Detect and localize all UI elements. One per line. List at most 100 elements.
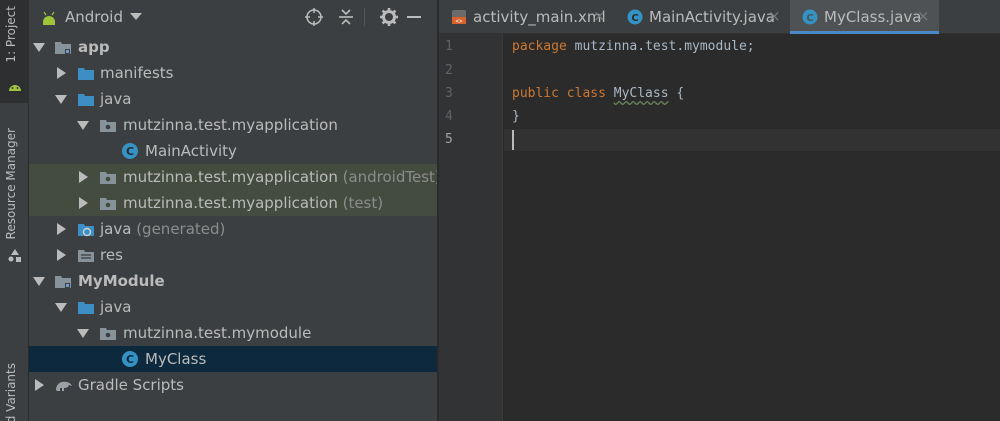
code-editor: <> activity_main.xml × C MainActivity.ja… <box>439 0 1000 421</box>
tree-row-app[interactable]: app <box>29 34 437 60</box>
tree-label: mutzinna.test.myapplication (test) <box>123 194 384 212</box>
tree-label: MainActivity <box>145 142 237 160</box>
close-icon[interactable]: × <box>593 7 606 25</box>
tree-label-suffix: (test) <box>337 194 384 212</box>
tree-label: mutzinna.test.myapplication (androidTest… <box>123 168 441 186</box>
code-text: { <box>668 86 685 101</box>
locate-icon[interactable] <box>304 7 324 27</box>
header-divider <box>364 8 365 26</box>
tree-row-gradle-scripts[interactable]: Gradle Scripts <box>29 372 437 398</box>
tree-label: MyModule <box>78 272 165 290</box>
collapse-all-icon[interactable] <box>336 7 356 27</box>
collapsed-arrow-icon[interactable] <box>77 171 89 183</box>
svg-text:C: C <box>126 145 134 158</box>
tree-label: app <box>78 38 110 56</box>
expanded-arrow-icon[interactable] <box>55 93 67 105</box>
tree-row-mymodule[interactable]: MyModule <box>29 268 437 294</box>
class-icon: C <box>802 9 818 25</box>
tree-row-myclass[interactable]: C MyClass <box>29 346 437 372</box>
minimize-icon[interactable] <box>407 16 421 18</box>
tree-row-package-test[interactable]: mutzinna.test.myapplication (test) <box>29 190 437 216</box>
collapsed-arrow-icon[interactable] <box>77 197 89 209</box>
tree-label: java <box>100 298 132 316</box>
tree-row-manifests[interactable]: manifests <box>29 60 437 86</box>
package-icon <box>100 172 116 184</box>
package-icon <box>100 198 116 210</box>
code-text: mutzinna.test.mymodule; <box>566 39 755 54</box>
current-line-highlight <box>504 129 1000 151</box>
tree-label: java <box>100 90 132 108</box>
project-panel-header: Android <box>29 0 437 34</box>
tree-row-mainactivity[interactable]: C MainActivity <box>29 138 437 164</box>
chevron-down-icon[interactable] <box>130 13 142 20</box>
line-number-current: 5 <box>445 132 453 147</box>
tree-label-suffix: (generated) <box>131 220 226 238</box>
code-text: } <box>512 109 520 124</box>
build-variants-tab-label: d Variants <box>4 363 18 421</box>
svg-text:<>: <> <box>455 18 463 25</box>
tab-activity-main-xml[interactable]: <> activity_main.xml × <box>439 0 615 34</box>
close-icon[interactable]: × <box>917 7 930 25</box>
folder-icon <box>78 302 94 314</box>
resource-manager-tool-tab[interactable]: Resource Manager <box>0 124 29 264</box>
package-icon <box>100 328 116 340</box>
collapsed-arrow-icon[interactable] <box>55 67 67 79</box>
expanded-arrow-icon[interactable] <box>33 41 45 53</box>
svg-text:C: C <box>126 353 134 366</box>
text-caret <box>512 130 514 150</box>
generated-folder-icon <box>78 224 94 237</box>
tree-row-java-generated[interactable]: java (generated) <box>29 216 437 242</box>
expanded-arrow-icon[interactable] <box>77 119 89 131</box>
tree-label: mutzinna.test.mymodule <box>123 324 312 342</box>
gradle-icon <box>56 381 72 391</box>
layout-xml-icon: <> <box>452 10 466 25</box>
class-icon: C <box>627 9 643 25</box>
project-tool-tab-label: 1: Project <box>4 6 18 63</box>
collapsed-arrow-icon[interactable] <box>33 379 45 391</box>
project-view-selector[interactable]: Android <box>65 8 123 26</box>
code-line-1[interactable]: package mutzinna.test.mymodule; <box>512 39 755 54</box>
tree-row-package[interactable]: mutzinna.test.myapplication <box>29 112 437 138</box>
tree-label: res <box>100 246 123 264</box>
svg-text:C: C <box>631 13 638 24</box>
tree-label: java (generated) <box>100 220 226 238</box>
android-icon <box>9 85 21 91</box>
module-folder-icon <box>55 42 71 54</box>
gear-icon[interactable] <box>379 7 399 27</box>
class-icon: C <box>122 143 138 159</box>
close-icon[interactable]: × <box>768 7 781 25</box>
tab-myclass-java[interactable]: C MyClass.java × <box>790 0 939 34</box>
folder-icon <box>78 94 94 106</box>
expanded-arrow-icon[interactable] <box>77 327 89 339</box>
build-variants-tool-tab[interactable]: d Variants <box>0 355 29 421</box>
tree-label: manifests <box>100 64 174 82</box>
expanded-arrow-icon[interactable] <box>33 275 45 287</box>
code-class-name: MyClass <box>613 86 669 101</box>
android-view-icon <box>43 11 55 25</box>
line-number: 2 <box>445 63 453 78</box>
expanded-arrow-icon[interactable] <box>55 301 67 313</box>
code-line-4[interactable]: } <box>512 109 520 124</box>
tree-label: Gradle Scripts <box>78 376 184 394</box>
line-number: 4 <box>445 109 453 124</box>
tree-label: mutzinna.test.myapplication <box>123 116 338 134</box>
line-number-gutter: 1 2 3 4 5 <box>439 34 503 421</box>
tree-row-java[interactable]: java <box>29 294 437 320</box>
tree-row-res[interactable]: res <box>29 242 437 268</box>
tab-label: MainActivity.java <box>649 8 775 26</box>
module-folder-icon <box>55 276 71 288</box>
tree-label: MyClass <box>145 350 207 368</box>
tab-label: activity_main.xml <box>473 8 606 26</box>
collapsed-arrow-icon[interactable] <box>55 223 67 235</box>
code-line-3[interactable]: public class MyClass { <box>512 86 684 101</box>
code-keyword: package <box>512 39 567 54</box>
tool-window-strip: 1: Project Resource Manager d Variants <box>0 0 29 421</box>
tree-row-package[interactable]: mutzinna.test.mymodule <box>29 320 437 346</box>
tab-mainactivity-java[interactable]: C MainActivity.java × <box>615 0 790 34</box>
tree-row-java[interactable]: java <box>29 86 437 112</box>
folder-icon <box>78 68 94 80</box>
tree-label-suffix: (androidTest) <box>337 168 441 186</box>
collapsed-arrow-icon[interactable] <box>55 249 67 261</box>
tree-row-package-androidtest[interactable]: mutzinna.test.myapplication (androidTest… <box>29 164 441 190</box>
resource-manager-tab-label: Resource Manager <box>4 128 18 240</box>
